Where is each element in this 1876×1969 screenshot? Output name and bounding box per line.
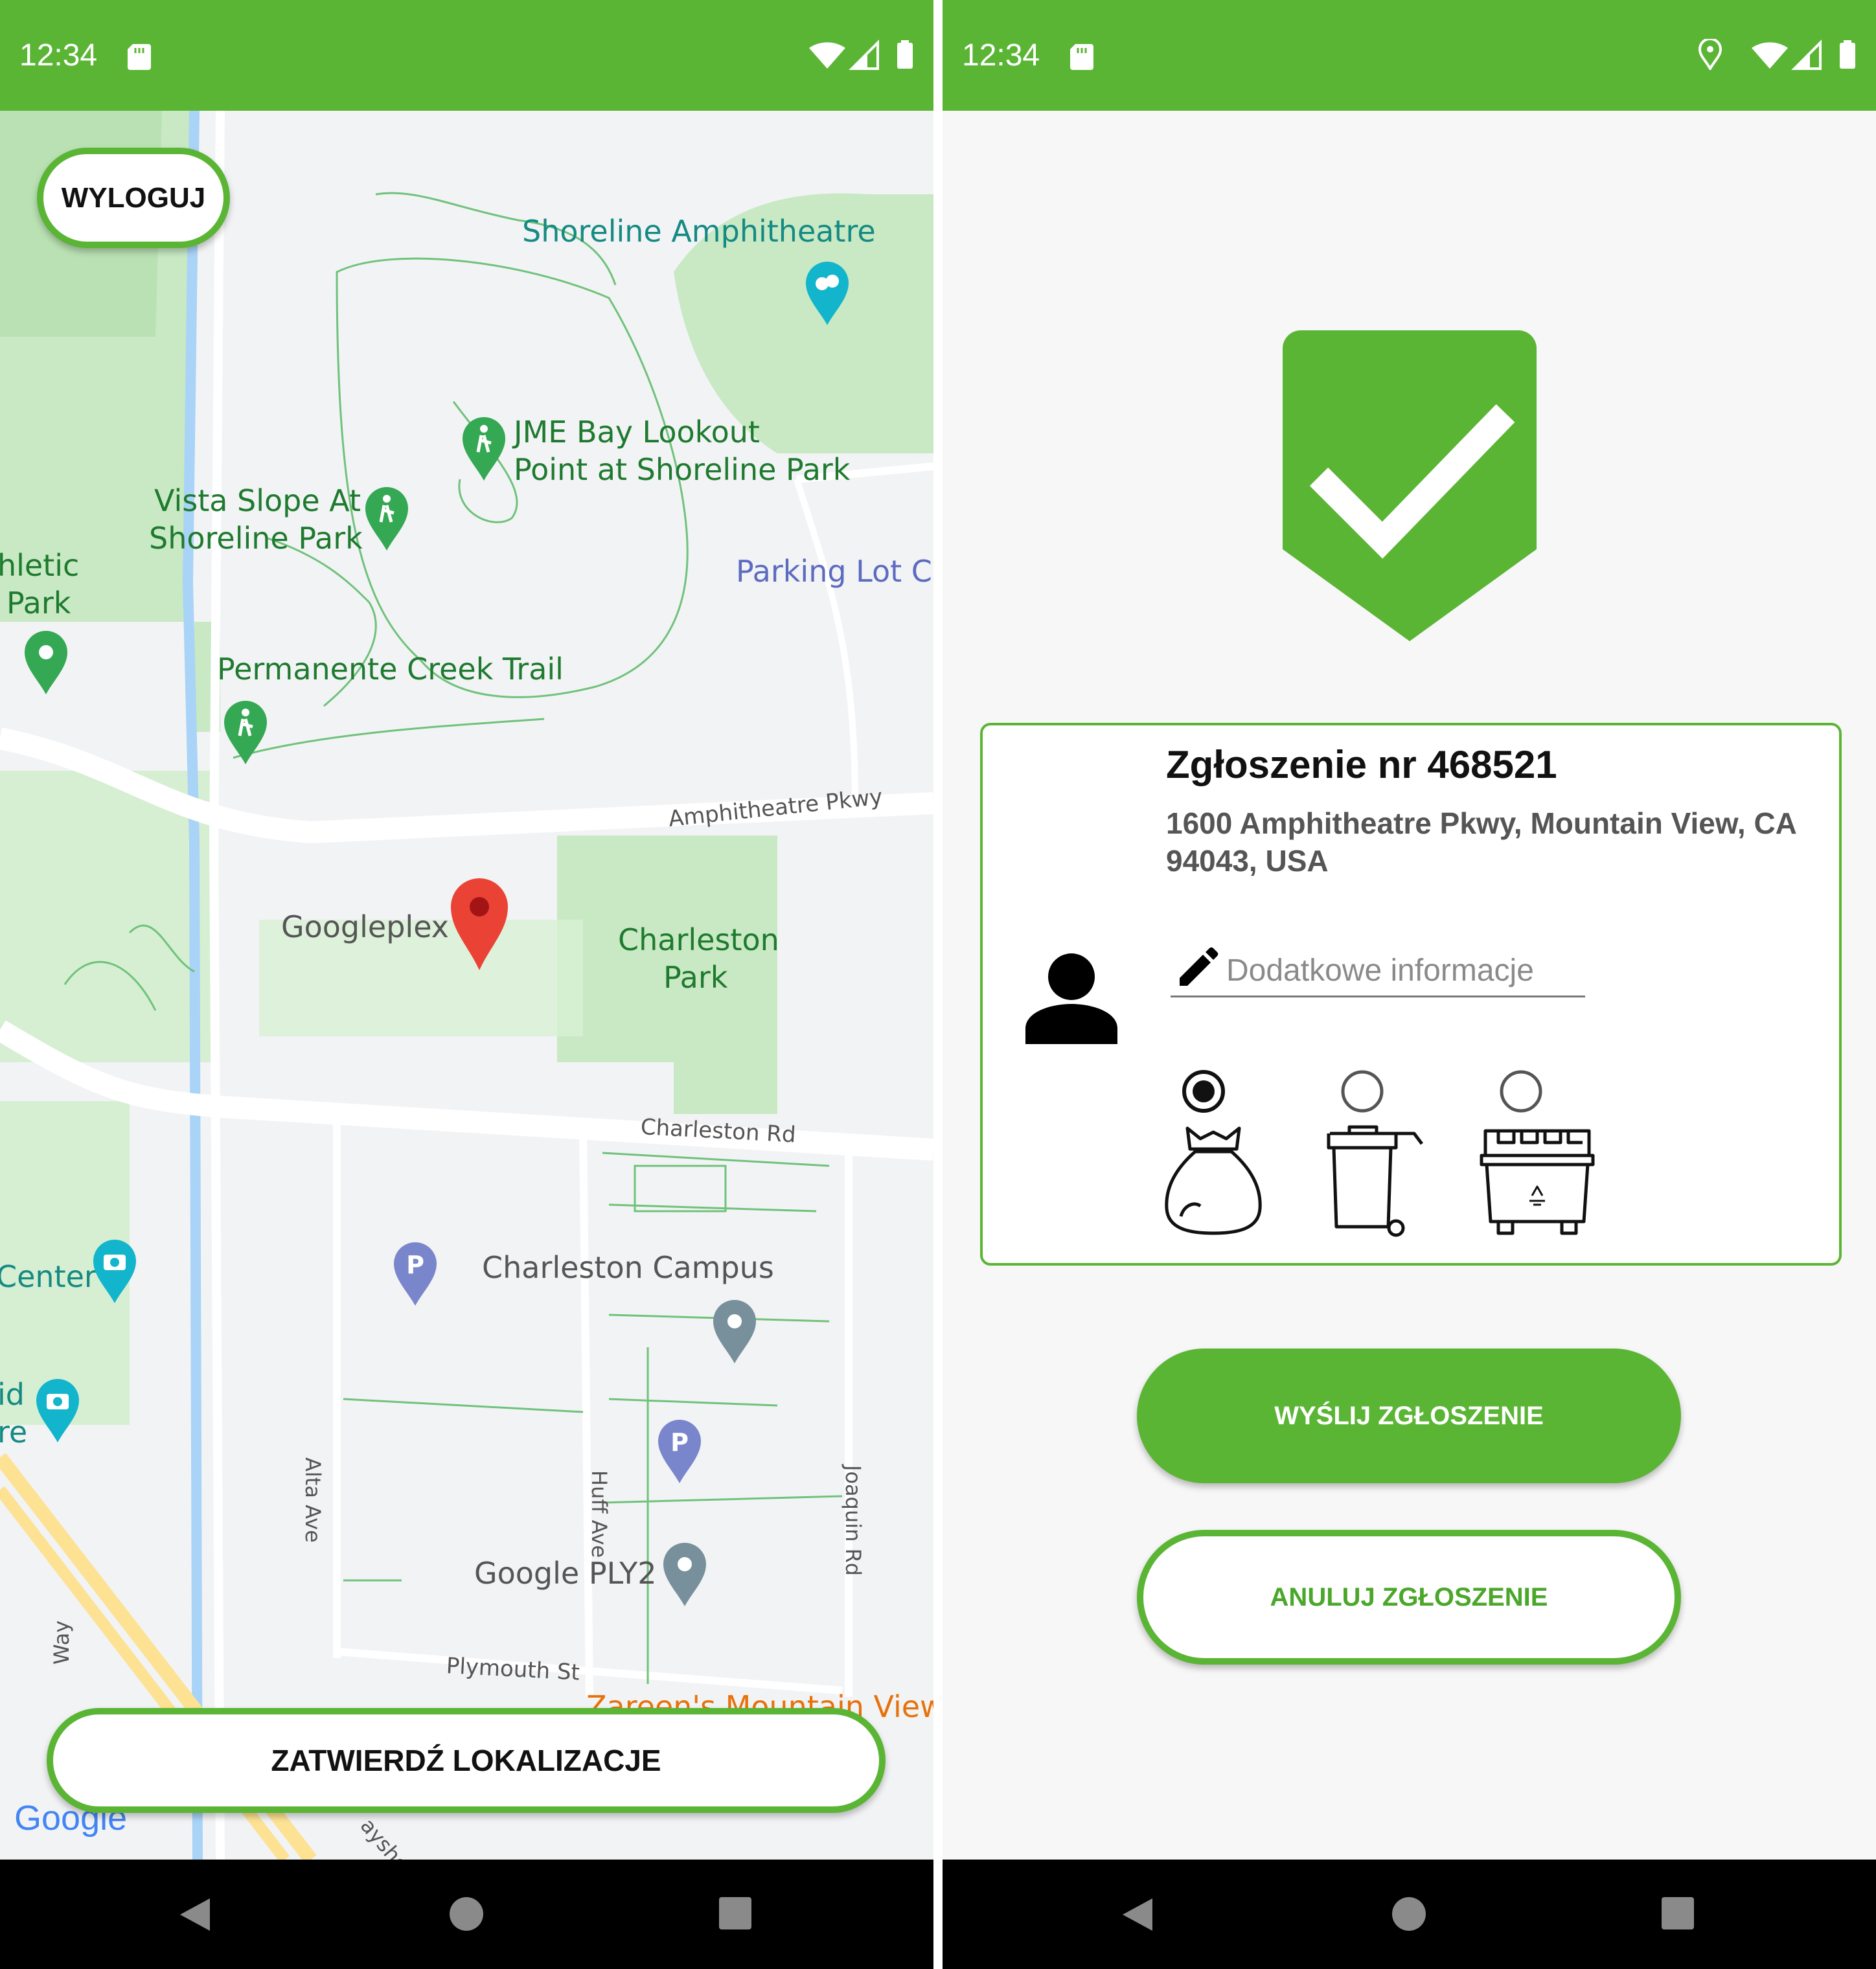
map-label-huff-ave: Huff Ave	[587, 1470, 612, 1558]
status-bar: 12:34	[943, 0, 1876, 111]
trash-bag-icon[interactable]	[1161, 1124, 1265, 1236]
wheelie-bin-icon[interactable]	[1323, 1124, 1427, 1238]
map-label-alta-ave: Alta Ave	[301, 1457, 325, 1543]
svg-text:P: P	[670, 1428, 689, 1457]
map-label-shoreline-amphitheatre[interactable]: Shoreline Amphitheatre	[522, 214, 876, 249]
report-title: Zgłoszenie nr 468521	[1166, 743, 1557, 786]
bin-option-wheelie-bin-radio[interactable]	[1340, 1069, 1385, 1114]
bin-option-trash-bag-radio[interactable]	[1181, 1069, 1226, 1114]
pencil-icon	[1180, 947, 1218, 986]
home-icon[interactable]	[448, 1896, 485, 1932]
map-label-joaquin-rd: Joaquin Rd	[841, 1465, 865, 1576]
bin-option-recycling-container-radio[interactable]	[1498, 1069, 1544, 1114]
screen-divider	[933, 0, 943, 1969]
hiking-icon[interactable]	[363, 484, 411, 552]
status-time: 12:34	[962, 38, 1040, 73]
map-label-google-ply2[interactable]: Google PLY2	[474, 1556, 656, 1591]
back-icon[interactable]	[177, 1896, 212, 1933]
wifi-icon	[809, 42, 845, 69]
map-pin-icon[interactable]	[22, 628, 70, 696]
hiking-icon[interactable]	[222, 698, 269, 766]
parking-icon[interactable]: P	[391, 1240, 439, 1307]
recents-icon[interactable]	[1660, 1896, 1695, 1931]
status-time: 12:34	[19, 38, 98, 73]
map-label-parking-lot-c[interactable]: Parking Lot C	[736, 554, 932, 589]
confirm-location-button[interactable]: ZATWIERDŹ LOKALIZACJE	[47, 1708, 886, 1813]
map-label-vista-line1[interactable]: Vista Slope At	[154, 483, 361, 518]
map-label-way: Way	[49, 1620, 74, 1665]
map-screen: Shoreline Amphitheatre JME Bay Lookout P…	[0, 0, 933, 1969]
map-label-charleston-park-line1[interactable]: Charleston	[618, 922, 779, 957]
navigation-bar	[943, 1860, 1876, 1969]
map-pin-icon[interactable]	[711, 1297, 759, 1365]
map-label-permanente[interactable]: Permanente Creek Trail	[217, 652, 564, 687]
sd-card-icon	[1070, 44, 1093, 70]
map-label-jme-line1[interactable]: JME Bay Lookout	[514, 415, 760, 450]
recents-icon[interactable]	[718, 1896, 753, 1931]
theater-icon[interactable]	[803, 259, 851, 326]
map-label-athletic-line1[interactable]: hletic	[0, 548, 79, 583]
logout-button[interactable]: WYLOGUJ	[37, 148, 230, 248]
person-icon	[1025, 953, 1117, 1044]
recycling-container-icon[interactable]	[1479, 1124, 1596, 1238]
hiking-icon[interactable]	[460, 415, 508, 482]
additional-info-input[interactable]	[1171, 946, 1585, 997]
shield-check-icon	[1283, 330, 1537, 641]
report-screen: 12:34 Zgłoszenie nr 468521 1600 Amphithe…	[943, 0, 1876, 1969]
home-icon[interactable]	[1391, 1896, 1427, 1932]
map-label-charleston-campus[interactable]: Charleston Campus	[482, 1250, 774, 1285]
report-address: 1600 Amphitheatre Pkwy, Mountain View, C…	[1166, 806, 1796, 878]
map-label-re[interactable]: re	[0, 1415, 27, 1450]
cancel-report-button[interactable]: ANULUJ ZGŁOSZENIE	[1137, 1530, 1681, 1665]
navigation-bar	[0, 1860, 933, 1969]
map-label-charleston-park-line2[interactable]: Park	[663, 960, 727, 995]
camera-icon[interactable]	[91, 1237, 139, 1304]
map-label-vista-line2[interactable]: Shoreline Park	[149, 521, 363, 556]
battery-icon	[1840, 43, 1855, 69]
map-label-id[interactable]: id	[0, 1377, 25, 1412]
map-label-athletic-line2[interactable]: Park	[6, 586, 71, 620]
map-pin-icon[interactable]	[661, 1540, 709, 1608]
map-label-jme-line2[interactable]: Point at Shoreline Park	[514, 452, 850, 487]
location-icon	[1699, 39, 1722, 70]
status-bar: 12:34	[0, 0, 933, 111]
status-icons	[809, 40, 913, 70]
map-label-googleplex[interactable]: Googleplex	[281, 909, 449, 944]
sd-card-icon	[128, 44, 151, 70]
map-label-center[interactable]: Center	[0, 1259, 97, 1294]
wifi-icon	[1752, 42, 1788, 69]
map-pin-icon[interactable]	[447, 874, 512, 972]
back-icon[interactable]	[1120, 1896, 1155, 1933]
status-icons	[1699, 39, 1855, 70]
svg-text:P: P	[406, 1251, 424, 1279]
parking-icon[interactable]: P	[656, 1417, 704, 1485]
map-view[interactable]	[0, 111, 933, 1860]
send-report-button[interactable]: WYŚLIJ ZGŁOSZENIE	[1137, 1349, 1681, 1483]
camera-icon[interactable]	[34, 1376, 82, 1444]
report-card: Zgłoszenie nr 468521 1600 Amphitheatre P…	[980, 723, 1842, 1266]
battery-icon	[897, 43, 913, 69]
